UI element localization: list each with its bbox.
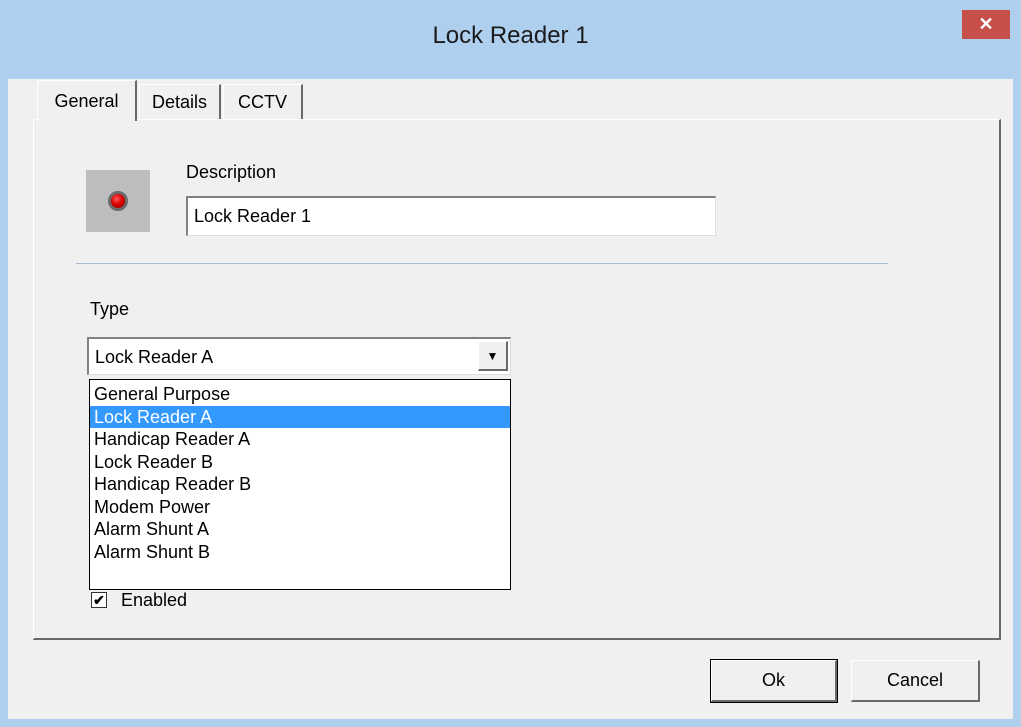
type-selected-value: Lock Reader A [95,347,214,367]
title-bar[interactable]: Lock Reader 1 ✕ [0,0,1021,80]
tab-general-label: General [54,90,119,111]
ok-button[interactable]: Ok [710,659,838,703]
tab-cctv[interactable]: CCTV [223,84,303,120]
dropdown-option-handicap-reader-a[interactable]: Handicap Reader A [90,428,510,451]
enabled-checkbox-row: ✔ Enabled [91,588,187,612]
section-divider [76,263,888,264]
tab-cctv-label: CCTV [238,92,287,112]
dropdown-option-modem-power[interactable]: Modem Power [90,496,510,519]
chevron-down-icon: ▼ [486,348,499,363]
dropdown-option-general-purpose[interactable]: General Purpose [90,383,510,406]
dropdown-option-alarm-shunt-b[interactable]: Alarm Shunt B [90,541,510,564]
description-input[interactable] [186,196,716,236]
description-label: Description [186,162,277,182]
checkmark-icon: ✔ [93,592,105,608]
dropdown-option-handicap-reader-b[interactable]: Handicap Reader B [90,473,510,496]
cancel-button[interactable]: Cancel [851,660,980,702]
dropdown-arrow-button[interactable]: ▼ [478,341,508,371]
type-combobox[interactable]: Lock Reader A ▼ [87,337,511,375]
close-icon: ✕ [978,14,994,34]
red-led-icon [108,191,128,211]
tab-details[interactable]: Details [139,84,221,120]
tab-general[interactable]: General [37,80,137,121]
close-button[interactable]: ✕ [962,10,1010,39]
dropdown-option-lock-reader-a[interactable]: Lock Reader A [90,405,510,428]
enabled-label: Enabled [121,589,188,610]
device-icon-box [86,170,150,232]
type-label: Type [90,299,130,319]
dropdown-option-alarm-shunt-a[interactable]: Alarm Shunt A [90,518,510,541]
enabled-checkbox[interactable]: ✔ [91,592,107,608]
cancel-button-label: Cancel [886,670,944,690]
dialog-window: Lock Reader 1 ✕ General Details CCTV Des… [0,0,1021,727]
type-dropdown-list: General Purpose Lock Reader A Handicap R… [89,379,511,590]
dropdown-option-lock-reader-b[interactable]: Lock Reader B [90,451,510,474]
ok-button-label: Ok [761,670,785,690]
window-title: Lock Reader 1 [432,22,589,49]
tab-details-label: Details [151,92,208,112]
